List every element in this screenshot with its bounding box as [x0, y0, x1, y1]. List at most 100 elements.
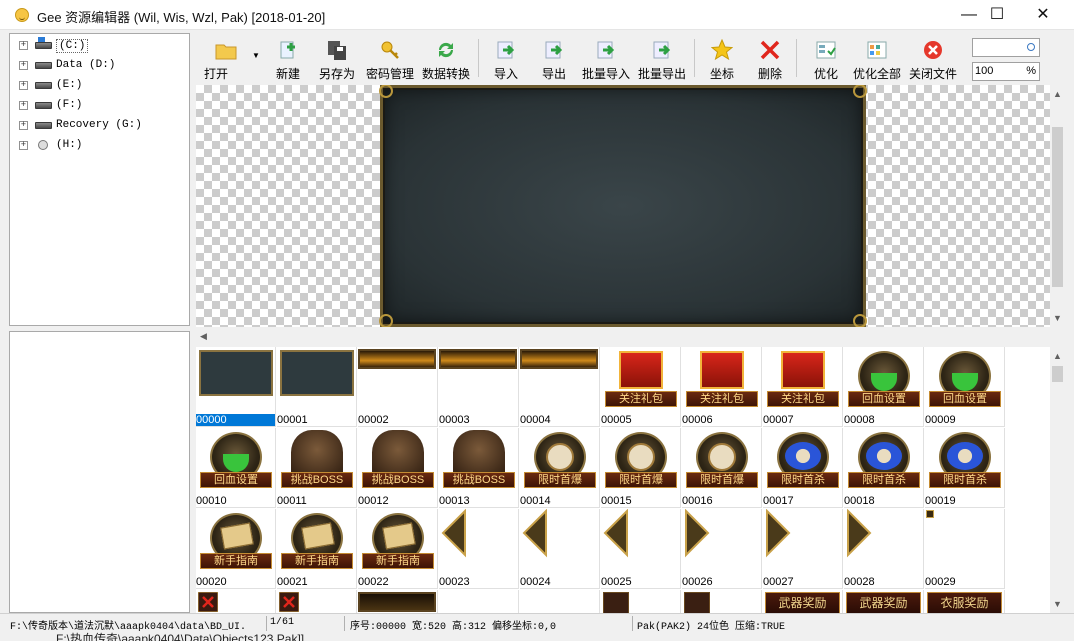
thumbnail-cell[interactable]: 限时首爆 00016	[682, 428, 762, 508]
thumbnail-cell[interactable]: 限时首杀 00018	[844, 428, 924, 508]
thumbnail-cell[interactable]: 挑战BOSS 00011	[277, 428, 357, 508]
dropdown-arrow-icon[interactable]: ▼	[252, 51, 260, 60]
thumbnail-cell[interactable]: 关注礼包 00005	[601, 347, 681, 427]
tree-item-f[interactable]: + (F:)	[10, 97, 190, 115]
thumbnail-cell[interactable]: 回血设置 00008	[844, 347, 924, 427]
thumbnail-cell[interactable]	[358, 590, 438, 613]
thumbnail-cell[interactable]: 挑战BOSS 00012	[358, 428, 438, 508]
thumbnail-cell[interactable]	[520, 590, 600, 613]
thumbnail-cell[interactable]: 新手指南 00022	[358, 509, 438, 589]
scroll-left-arrow-icon[interactable]: ◀	[200, 331, 207, 341]
thumbnail-cell[interactable]	[196, 590, 276, 613]
scroll-up-arrow-icon[interactable]: ▲	[1053, 89, 1062, 99]
scroll-thumb[interactable]	[1052, 127, 1063, 287]
thumbnail-cell[interactable]: 00000	[196, 347, 276, 427]
thumbnail-cell[interactable]: 00025	[601, 509, 681, 589]
thumbnail-cell[interactable]: 挑战BOSS 00013	[439, 428, 519, 508]
tree-item-e[interactable]: + (E:)	[10, 77, 190, 95]
expand-icon[interactable]: +	[19, 61, 28, 70]
missing-image-icon	[198, 592, 218, 612]
batch-export-button[interactable]: 批量导出	[636, 33, 688, 83]
optimize-all-button[interactable]: 优化全部	[850, 33, 904, 83]
thumbnail-cell[interactable]: 00023	[439, 509, 519, 589]
maximize-button[interactable]: ☐	[974, 0, 1020, 30]
thumbnail-cell[interactable]: 武器奖励	[844, 590, 924, 613]
zoom-unit: %	[1026, 65, 1036, 77]
thumbnail-cell[interactable]: 00001	[277, 347, 357, 427]
expand-icon[interactable]: +	[19, 41, 28, 50]
tree-item-label: (E:)	[56, 79, 83, 91]
thumbnail-cell[interactable]: 限时首爆 00014	[520, 428, 600, 508]
optimize-button[interactable]: 优化	[806, 33, 846, 83]
thumbnail-cell[interactable]: 关注礼包 00006	[682, 347, 762, 427]
preview-horizontal-scrollbar[interactable]: ◀	[196, 327, 1050, 344]
save-as-button[interactable]: 另存为	[314, 33, 360, 83]
file-list-panel[interactable]	[9, 331, 190, 613]
scroll-thumb[interactable]	[1052, 366, 1063, 382]
expand-icon[interactable]: +	[19, 141, 28, 150]
thumbnail-cell[interactable]: 回血设置 00010	[196, 428, 276, 508]
tree-item-d[interactable]: + Data (D:)	[10, 57, 190, 75]
thumbnail-cell[interactable]: 00029	[925, 509, 1005, 589]
import-button[interactable]: 导入	[486, 33, 526, 83]
batch-import-button[interactable]: 批量导入	[580, 33, 632, 83]
thumbnail-cell[interactable]	[682, 590, 762, 613]
thumbnail-cell[interactable]: 00004	[520, 347, 600, 427]
thumbnail-cell[interactable]: 回血设置 00009	[925, 347, 1005, 427]
scroll-down-arrow-icon[interactable]: ▼	[1053, 313, 1062, 323]
thumbnail-cell[interactable]: 00003	[439, 347, 519, 427]
close-file-button[interactable]: 关闭文件	[906, 33, 960, 83]
thumbnail-cell[interactable]: 衣服奖励	[925, 590, 1005, 613]
tree-item-g[interactable]: + Recovery (G:)	[10, 117, 190, 135]
status-info: 序号:00000 宽:520 高:312 偏移坐标:0,0	[350, 622, 557, 633]
status-separator	[266, 616, 267, 631]
coords-button[interactable]: 坐标	[702, 33, 742, 83]
export-button[interactable]: 导出	[534, 33, 574, 83]
cell-id-label: 00014	[520, 495, 551, 507]
thumbnail-grid[interactable]: 00000 00001 00002 00003 00004 关注礼包 00005 关注礼包 00…	[196, 347, 1050, 613]
convert-button[interactable]: 数据转换	[420, 33, 472, 83]
thumbnail-cell[interactable]	[439, 590, 519, 613]
preview-vertical-scrollbar[interactable]: ▲ ▼	[1050, 85, 1065, 327]
cell-id-label: 00008	[844, 414, 875, 426]
thumbnail-cell[interactable]: 00027	[763, 509, 843, 589]
image-preview[interactable]	[196, 85, 1050, 327]
save-as-label: 另存为	[318, 67, 355, 81]
thumbnail-cell[interactable]: 00026	[682, 509, 762, 589]
password-button[interactable]: 密码管理	[364, 33, 416, 83]
scroll-up-arrow-icon[interactable]: ▲	[1053, 351, 1062, 361]
tree-item-h[interactable]: + (H:)	[10, 137, 190, 155]
expand-icon[interactable]: +	[19, 121, 28, 130]
thumbnail-cell[interactable]	[277, 590, 357, 613]
thumbnail-cell[interactable]	[601, 590, 681, 613]
tree-item-label: Data (D:)	[56, 59, 116, 71]
thumbnail-cell[interactable]: 新手指南 00020	[196, 509, 276, 589]
thumbnail-cell[interactable]: 00002	[358, 347, 438, 427]
tree-item-c[interactable]: + (C:)	[10, 37, 190, 55]
close-button[interactable]: ✕	[1020, 0, 1066, 30]
thumbnail-cell[interactable]: 新手指南 00021	[277, 509, 357, 589]
icon-caption: 回血设置	[848, 391, 920, 407]
thumbnail-cell[interactable]: 00028	[844, 509, 924, 589]
thumbnail-cell[interactable]: 关注礼包 00007	[763, 347, 843, 427]
thumbnail-cell[interactable]: 限时首杀 00019	[925, 428, 1005, 508]
delete-button[interactable]: 删除	[750, 33, 790, 83]
expand-icon[interactable]: +	[19, 101, 28, 110]
cell-id-label: 00010	[196, 495, 227, 507]
optimize-all-icon	[867, 41, 887, 59]
thumbnail-cell[interactable]: 00024	[520, 509, 600, 589]
thumbnail-cell[interactable]: 限时首杀 00017	[763, 428, 843, 508]
search-input[interactable]	[972, 38, 1040, 57]
optimize-label: 优化	[813, 67, 838, 81]
grid-vertical-scrollbar[interactable]: ▲ ▼	[1050, 347, 1065, 613]
arrow-right-icon	[766, 509, 791, 558]
drive-tree[interactable]: + (C:) + Data (D:) + (E:) + (F:) + Recov…	[9, 33, 190, 326]
scroll-down-arrow-icon[interactable]: ▼	[1053, 599, 1062, 609]
panel-thumbnail	[280, 350, 354, 396]
new-button[interactable]: 新建	[268, 33, 308, 83]
open-button[interactable]: 打开 ▼	[196, 33, 260, 83]
thumbnail-cell[interactable]: 限时首爆 00015	[601, 428, 681, 508]
zoom-input[interactable]: 100 %	[972, 62, 1040, 81]
thumbnail-cell[interactable]: 武器奖励	[763, 590, 843, 613]
expand-icon[interactable]: +	[19, 81, 28, 90]
